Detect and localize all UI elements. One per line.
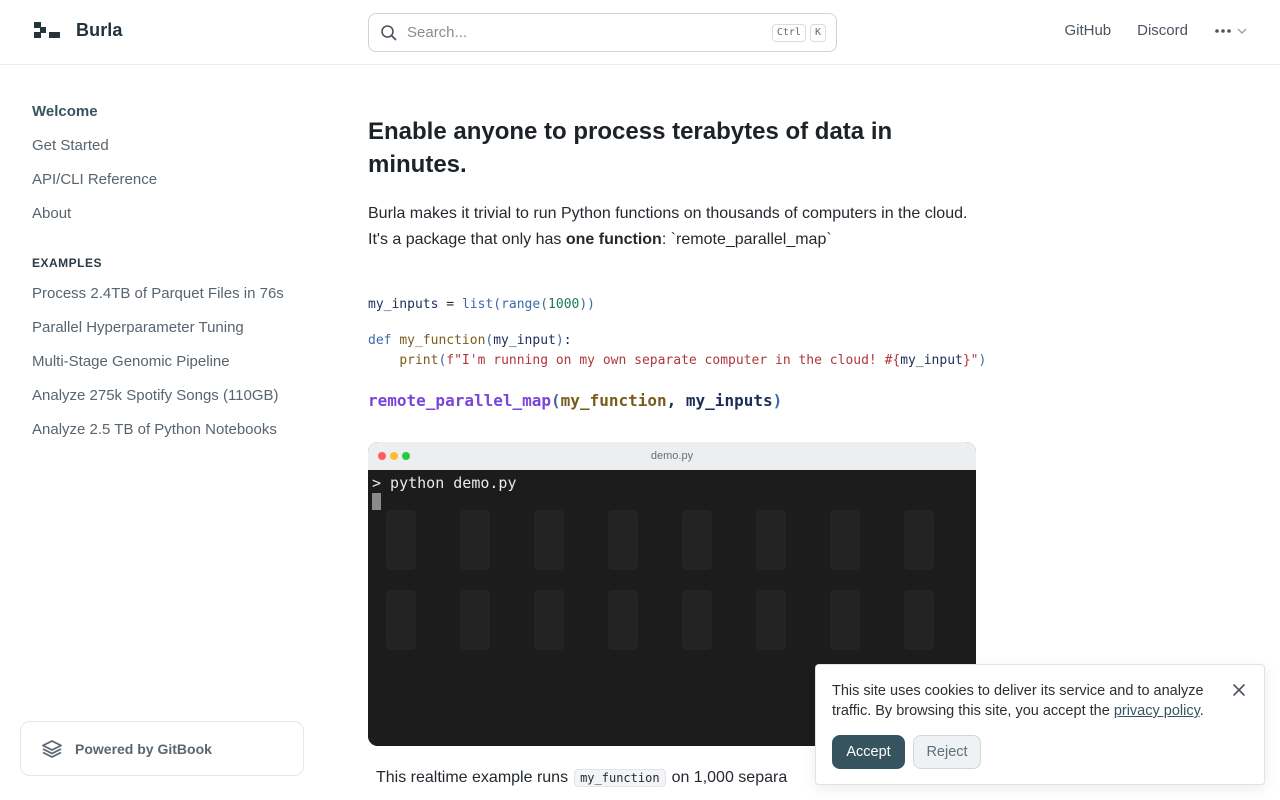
sidebar-item-spotify[interactable]: Analyze 275k Spotify Songs (110GB) <box>32 387 279 404</box>
top-header: Burla Ctrl K GitHub Discord <box>0 0 1280 65</box>
sidebar-item-get-started[interactable]: Get Started <box>32 137 109 154</box>
reject-cookies-button[interactable]: Reject <box>913 735 981 769</box>
search-icon <box>381 24 397 40</box>
intro-line-2: It's a package that only has one functio… <box>368 231 832 248</box>
cookie-text: This site uses cookies to deliver its se… <box>832 683 1204 719</box>
kbd-ctrl: Ctrl <box>771 23 806 42</box>
code-line-4: remote_parallel_map(my_function, my_inpu… <box>368 391 783 410</box>
sidebar-section-examples: EXAMPLES <box>32 256 103 270</box>
terminal-cursor <box>372 493 381 510</box>
intro-line-1: Burla makes it trivial to run Python fun… <box>368 205 968 222</box>
code-line-1: my_inputs = list(range(1000)) <box>368 297 596 312</box>
kbd-k: K <box>809 23 826 42</box>
chevron-down-icon <box>1237 28 1247 34</box>
code-line-2: def my_function(my_input): <box>368 333 572 348</box>
more-menu-button[interactable] <box>1214 27 1248 35</box>
terminal-command: > python demo.py <box>372 474 517 492</box>
brand-name[interactable]: Burla <box>76 20 123 41</box>
powered-by-label: Powered by GitBook <box>75 740 212 757</box>
code-line-3: print(f"I'm running on my own separate c… <box>399 353 987 368</box>
sidebar-item-hyperparameter[interactable]: Parallel Hyperparameter Tuning <box>32 319 244 336</box>
sidebar-item-welcome[interactable]: Welcome <box>32 103 98 120</box>
sidebar-item-genomic[interactable]: Multi-Stage Genomic Pipeline <box>32 353 230 370</box>
search-box[interactable]: Ctrl K <box>368 13 837 52</box>
page-title: Enable anyone to process terabytes of da… <box>368 118 893 178</box>
gitbook-icon <box>42 739 62 758</box>
github-link[interactable]: GitHub <box>1064 22 1111 39</box>
terminal-title: demo.py <box>650 450 694 462</box>
sidebar-item-api-cli-reference[interactable]: API/CLI Reference <box>32 171 157 188</box>
sidebar: Welcome Get Started API/CLI Reference Ab… <box>0 65 320 800</box>
sidebar-item-notebooks[interactable]: Analyze 2.5 TB of Python Notebooks <box>32 421 277 438</box>
caption-inline-code: my_function <box>574 769 666 787</box>
burla-logo-icon <box>34 21 60 40</box>
intro-bold: one function <box>565 231 662 248</box>
search-input[interactable] <box>407 24 768 41</box>
terminal-title-bar: demo.py <box>368 442 976 470</box>
intro-paragraph: Burla makes it trivial to run Python fun… <box>368 201 978 253</box>
brand[interactable]: Burla <box>34 20 123 41</box>
sidebar-item-parquet[interactable]: Process 2.4TB of Parquet Files in 76s <box>32 285 284 302</box>
top-links: GitHub Discord <box>1064 22 1248 39</box>
discord-link[interactable]: Discord <box>1137 22 1188 39</box>
sidebar-item-about[interactable]: About <box>32 205 71 222</box>
demo-caption: This realtime example runs my_function o… <box>376 769 788 787</box>
accept-cookies-button[interactable]: Accept <box>832 735 905 769</box>
ellipsis-icon <box>1215 28 1231 33</box>
privacy-policy-link[interactable]: privacy policy <box>1114 703 1200 719</box>
cookie-banner: This site uses cookies to deliver its se… <box>815 664 1265 785</box>
powered-by-gitbook[interactable]: Powered by GitBook <box>20 721 304 776</box>
close-icon[interactable] <box>1230 681 1248 699</box>
